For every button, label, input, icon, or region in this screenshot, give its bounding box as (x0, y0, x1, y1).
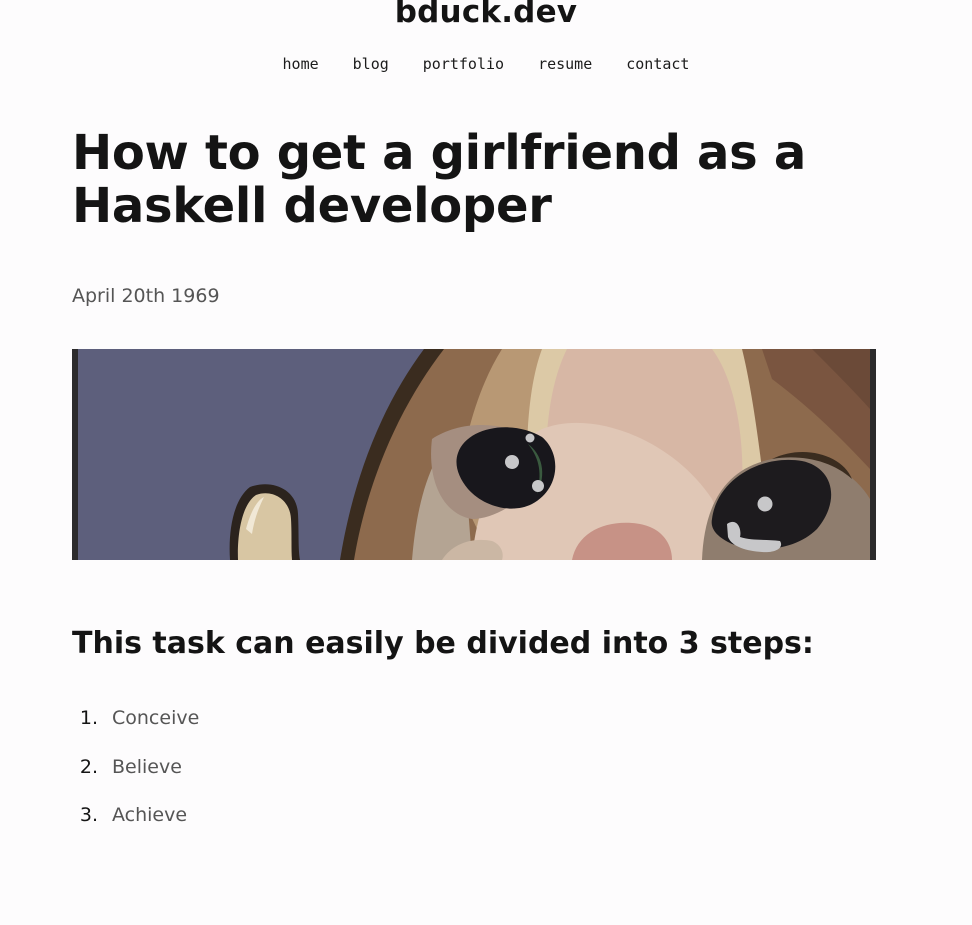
steps-heading: This task can easily be divided into 3 s… (72, 626, 814, 661)
nav-link-home[interactable]: home (283, 54, 319, 74)
post-date: April 20th 1969 (72, 285, 220, 307)
list-item-text: Believe (112, 755, 182, 778)
nav-link-portfolio[interactable]: portfolio (423, 54, 504, 74)
hero-illustration (72, 349, 876, 560)
main-nav: home blog portfolio resume contact (0, 54, 972, 74)
list-item-number: 3. (79, 804, 98, 826)
list-item-number: 2. (79, 755, 98, 778)
site-title-link[interactable]: bduck.dev (0, 0, 972, 32)
post-title: How to get a girlfriend as a Haskell dev… (72, 125, 806, 234)
nav-link-blog[interactable]: blog (353, 54, 389, 74)
page: bduck.dev home blog portfolio resume con… (0, 0, 972, 925)
nav-link-resume[interactable]: resume (538, 54, 592, 74)
list-item-text: Conceive (112, 707, 200, 729)
list-item-number: 1. (79, 707, 98, 729)
nav-link-contact[interactable]: contact (626, 54, 689, 74)
list-item-text: Achieve (112, 804, 188, 826)
